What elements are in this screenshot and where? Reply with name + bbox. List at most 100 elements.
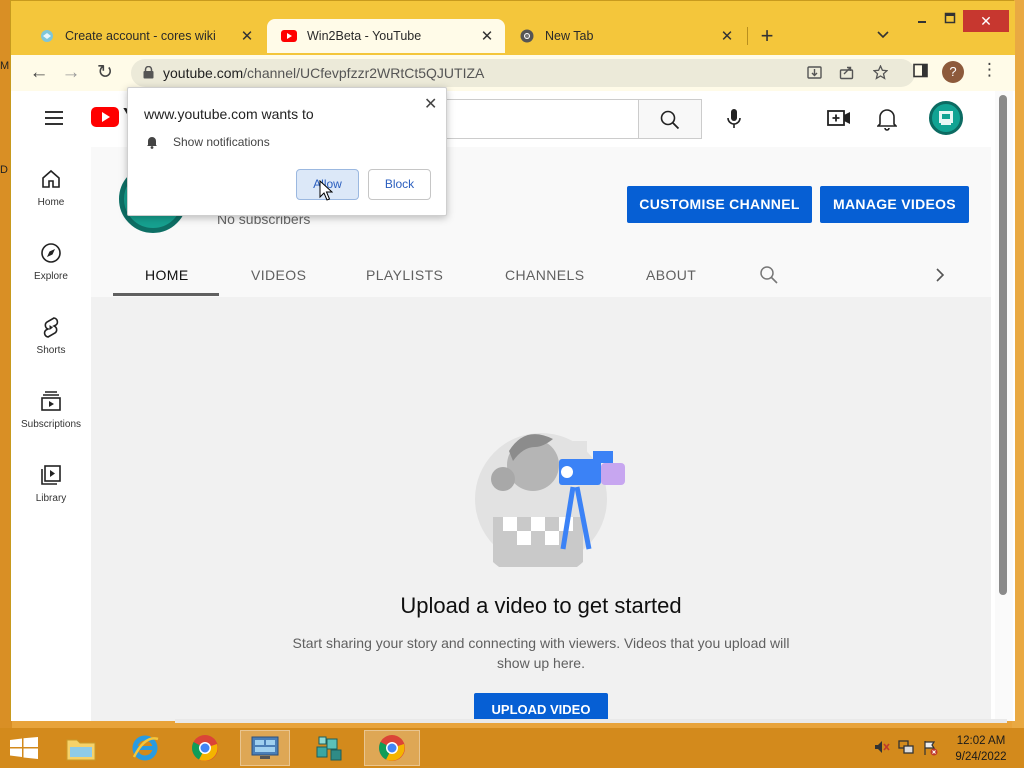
bookmark-star-icon[interactable] bbox=[872, 64, 889, 84]
profile-avatar[interactable]: ? bbox=[942, 61, 964, 83]
lock-icon[interactable] bbox=[143, 66, 154, 79]
permission-item-label: Show notifications bbox=[173, 135, 270, 149]
tab-separator bbox=[747, 27, 748, 45]
tab-close-icon[interactable]: ✕ bbox=[237, 27, 257, 45]
sidebar-item-shorts[interactable]: Shorts bbox=[11, 295, 91, 365]
taskbar-app-cubes[interactable] bbox=[304, 730, 354, 766]
sidebar-item-label: Library bbox=[35, 493, 67, 504]
hamburger-menu-icon[interactable] bbox=[45, 111, 63, 129]
taskbar-control-panel[interactable] bbox=[240, 730, 290, 766]
sidebar-item-label: Subscriptions bbox=[20, 419, 82, 430]
windows-taskbar: 12:02 AM 9/24/2022 bbox=[0, 728, 1024, 768]
upload-video-button[interactable]: UPLOAD VIDEO bbox=[474, 693, 608, 721]
tab-title: Create account - cores wiki bbox=[65, 29, 216, 43]
share-icon[interactable] bbox=[839, 65, 854, 84]
tab-home[interactable]: HOME bbox=[145, 267, 189, 283]
tab-close-icon[interactable]: ✕ bbox=[717, 27, 737, 45]
tab-playlists[interactable]: PLAYLISTS bbox=[366, 267, 443, 283]
network-icon[interactable] bbox=[898, 740, 914, 757]
chevron-right-icon[interactable] bbox=[935, 267, 945, 283]
subscriptions-icon bbox=[41, 391, 61, 411]
url-path: /channel/UCfevpfzzr2WRtCt5QJUTIZA bbox=[243, 65, 485, 81]
tab-youtube[interactable]: Win2Beta - YouTube ✕ bbox=[267, 19, 505, 53]
channel-search-icon[interactable] bbox=[759, 265, 779, 285]
back-button[interactable]: ← bbox=[27, 61, 51, 85]
microphone-icon bbox=[727, 109, 741, 128]
tab-title: New Tab bbox=[545, 29, 594, 43]
mouse-cursor-icon bbox=[319, 180, 333, 201]
sidebar-item-home[interactable]: Home bbox=[11, 147, 91, 217]
taskbar-chrome-active[interactable] bbox=[364, 730, 420, 766]
install-app-icon[interactable] bbox=[807, 65, 822, 84]
permission-close-button[interactable]: ✕ bbox=[424, 94, 437, 114]
tab-new-tab[interactable]: New Tab ✕ bbox=[505, 19, 745, 53]
active-tab-indicator bbox=[113, 293, 219, 296]
side-panel-icon[interactable] bbox=[913, 63, 928, 82]
close-window-button[interactable]: ✕ bbox=[963, 10, 1009, 32]
taskbar-file-explorer[interactable] bbox=[56, 730, 106, 766]
url-text[interactable]: youtube.com/channel/UCfevpfzzr2WRtCt5QJU… bbox=[163, 65, 484, 81]
customise-channel-button[interactable]: CUSTOMISE CHANNEL bbox=[627, 186, 812, 223]
windows-start-icon[interactable] bbox=[10, 737, 38, 759]
chrome-icon bbox=[192, 735, 218, 761]
permission-title: www.youtube.com wants to bbox=[144, 106, 314, 122]
taskbar-chrome[interactable] bbox=[180, 730, 230, 766]
cubes-app-icon bbox=[316, 736, 342, 761]
channel-tabs: HOME VIDEOS PLAYLISTS CHANNELS ABOUT bbox=[91, 253, 991, 297]
control-panel-icon bbox=[251, 736, 279, 759]
maximize-button[interactable] bbox=[937, 11, 963, 27]
tab-create-account[interactable]: Create account - cores wiki ✕ bbox=[25, 19, 265, 53]
tab-channels[interactable]: CHANNELS bbox=[505, 267, 584, 283]
url-host: youtube.com bbox=[163, 65, 244, 81]
sidebar-item-label: Explore bbox=[34, 271, 68, 282]
search-icon bbox=[660, 110, 680, 130]
manage-videos-button[interactable]: MANAGE VIDEOS bbox=[820, 186, 969, 223]
notifications-bell-icon[interactable] bbox=[876, 107, 898, 136]
system-clock[interactable]: 12:02 AM 9/24/2022 bbox=[950, 733, 1012, 765]
sidebar-item-subscriptions[interactable]: Subscriptions bbox=[11, 369, 91, 439]
clock-date: 9/24/2022 bbox=[955, 751, 1007, 763]
reload-button[interactable]: ↻ bbox=[93, 61, 117, 85]
page-scrollbar[interactable] bbox=[995, 91, 1013, 721]
account-avatar-icon bbox=[939, 111, 953, 125]
chrome-menu-icon[interactable]: ⋮ bbox=[981, 60, 998, 80]
tab-strip: Create account - cores wiki ✕ Win2Beta -… bbox=[11, 1, 1015, 55]
volume-muted-icon[interactable] bbox=[874, 740, 890, 757]
youtube-logo-icon[interactable] bbox=[91, 107, 119, 127]
chrome-favicon-icon bbox=[519, 28, 535, 44]
internet-explorer-icon bbox=[132, 735, 159, 761]
search-button[interactable] bbox=[638, 99, 702, 139]
library-icon bbox=[41, 465, 61, 485]
browser-toolbar: ← → ↻ youtube.com/channel/UCfevpfzzr2WRt… bbox=[11, 55, 1015, 91]
block-button[interactable]: Block bbox=[368, 169, 431, 200]
sidebar-item-library[interactable]: Library bbox=[11, 443, 91, 513]
tab-videos[interactable]: VIDEOS bbox=[251, 267, 306, 283]
tab-close-icon[interactable]: ✕ bbox=[477, 27, 497, 45]
empty-state-subtitle: Start sharing your story and connecting … bbox=[292, 635, 790, 671]
account-avatar[interactable] bbox=[929, 101, 963, 135]
sidebar-item-explore[interactable]: Explore bbox=[11, 221, 91, 291]
sidebar-item-label: Home bbox=[37, 197, 65, 208]
minimize-button[interactable] bbox=[909, 11, 935, 27]
youtube-sidebar: Home Explore Shorts Subscriptions Librar… bbox=[11, 147, 91, 721]
shorts-icon bbox=[43, 317, 59, 338]
horizontal-scrollbar[interactable] bbox=[175, 719, 1007, 723]
new-tab-button[interactable]: + bbox=[755, 25, 779, 49]
forward-button[interactable]: → bbox=[59, 61, 83, 85]
empty-state-title: Upload a video to get started bbox=[400, 593, 682, 618]
wiki-favicon-icon bbox=[39, 28, 55, 44]
compass-icon bbox=[41, 243, 61, 263]
scrollbar-thumb[interactable] bbox=[999, 95, 1007, 595]
create-video-icon[interactable] bbox=[827, 107, 851, 134]
chrome-icon bbox=[379, 735, 405, 761]
bell-icon bbox=[147, 137, 157, 149]
search-input[interactable] bbox=[431, 99, 639, 139]
address-bar[interactable]: youtube.com/channel/UCfevpfzzr2WRtCt5QJU… bbox=[131, 59, 915, 87]
clock-time: 12:02 AM bbox=[956, 735, 1006, 747]
taskbar-internet-explorer[interactable] bbox=[120, 730, 170, 766]
voice-search-button[interactable] bbox=[719, 103, 751, 135]
camera-person-illustration bbox=[475, 433, 625, 567]
tab-about[interactable]: ABOUT bbox=[646, 267, 696, 283]
action-center-icon[interactable] bbox=[922, 740, 938, 759]
tab-search-button[interactable] bbox=[877, 27, 889, 42]
